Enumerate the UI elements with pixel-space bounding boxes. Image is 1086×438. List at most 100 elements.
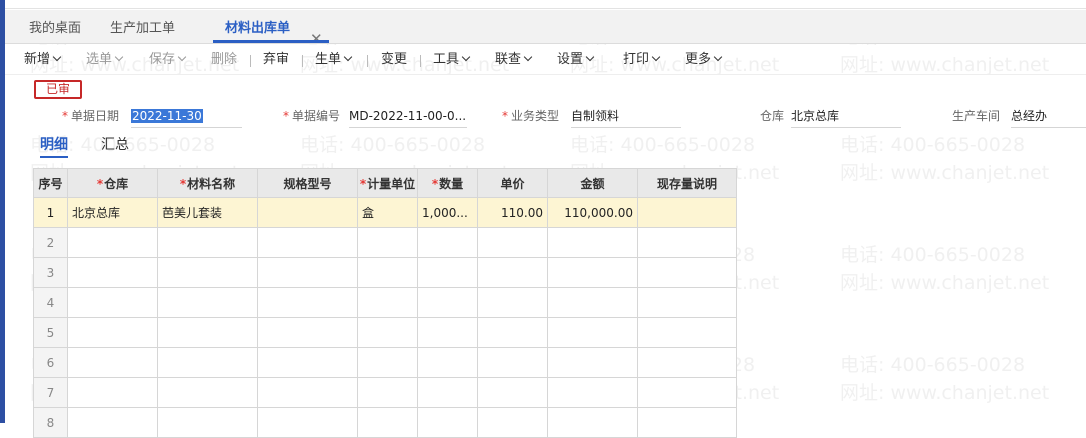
table-cell[interactable] xyxy=(67,287,158,318)
table-cell[interactable] xyxy=(257,287,358,318)
toolbar-divider xyxy=(302,55,303,67)
table-cell[interactable] xyxy=(157,347,258,378)
toolbar-new-button[interactable]: 新增 xyxy=(24,45,62,75)
table-cell[interactable] xyxy=(477,227,548,258)
subtab-summary[interactable]: 汇总 xyxy=(101,136,129,158)
table-cell[interactable] xyxy=(417,227,478,258)
table-row[interactable]: 1 北京总库 芭美儿套装 盒 1,000... 110.00 110,000.00 xyxy=(33,197,737,228)
warehouse-field[interactable]: 北京总库 xyxy=(791,106,901,128)
table-cell[interactable] xyxy=(157,227,258,258)
table-cell[interactable] xyxy=(257,197,358,228)
table-cell[interactable] xyxy=(417,377,478,408)
column-header[interactable]: *仓库 xyxy=(67,168,158,198)
table-cell[interactable] xyxy=(257,257,358,288)
table-cell[interactable] xyxy=(157,377,258,408)
table-cell[interactable] xyxy=(547,287,638,318)
toolbar-save-button[interactable]: 保存 xyxy=(149,45,187,75)
table-cell[interactable] xyxy=(257,377,358,408)
table-cell[interactable] xyxy=(637,197,737,228)
toolbar-settings-button[interactable]: 设置 xyxy=(557,45,595,75)
table-cell[interactable] xyxy=(637,287,737,318)
tab-production-order[interactable]: 生产加工单 xyxy=(110,10,175,44)
table-row[interactable]: 4 xyxy=(33,287,737,318)
subtab-detail[interactable]: 明细 xyxy=(40,136,68,158)
toolbar-generate-button[interactable]: 生单 xyxy=(315,45,353,75)
table-cell[interactable]: 1,000... xyxy=(417,197,478,228)
chevron-down-icon xyxy=(585,52,595,62)
table-cell[interactable] xyxy=(547,317,638,348)
table-cell[interactable] xyxy=(417,347,478,378)
code-field[interactable]: MD-2022-11-00-0... xyxy=(349,106,467,128)
table-cell[interactable] xyxy=(357,287,418,318)
table-cell[interactable] xyxy=(157,257,258,288)
toolbar-delete-button[interactable]: 删除 xyxy=(211,45,237,75)
status-badge: 已审 xyxy=(34,80,82,99)
table-cell[interactable] xyxy=(547,227,638,258)
table-cell[interactable] xyxy=(477,347,548,378)
biz-type-field[interactable]: 自制领料 xyxy=(571,106,681,128)
toolbar-query-button[interactable]: 联查 xyxy=(495,45,533,75)
table-cell[interactable]: 芭美儿套装 xyxy=(157,197,258,228)
table-cell[interactable] xyxy=(477,377,548,408)
table-cell[interactable] xyxy=(637,227,737,258)
table-cell[interactable] xyxy=(67,227,158,258)
table-row[interactable]: 6 xyxy=(33,347,737,378)
watermark-phone: 电话: 400-665-0028 xyxy=(840,134,1026,156)
table-cell[interactable] xyxy=(637,257,737,288)
table-cell[interactable] xyxy=(157,287,258,318)
toolbar-select-button[interactable]: 选单 xyxy=(86,45,124,75)
tab-material-issue[interactable]: 材料出库单 xyxy=(225,10,290,44)
toolbar-unaudit-button[interactable]: 弃审 xyxy=(263,45,289,75)
table-cell[interactable] xyxy=(477,287,548,318)
row-number-cell: 3 xyxy=(33,257,68,288)
toolbar-change-button[interactable]: 变更 xyxy=(381,45,407,75)
table-cell[interactable] xyxy=(257,347,358,378)
column-header[interactable]: *数量 xyxy=(417,168,478,198)
table-cell[interactable] xyxy=(417,317,478,348)
column-header[interactable]: 规格型号 xyxy=(257,168,358,198)
table-row[interactable]: 5 xyxy=(33,317,737,348)
table-cell[interactable] xyxy=(357,317,418,348)
column-header[interactable]: 金额 xyxy=(547,168,638,198)
table-cell[interactable] xyxy=(637,347,737,378)
chevron-down-icon xyxy=(343,52,353,62)
table-cell[interactable] xyxy=(547,257,638,288)
table-cell[interactable] xyxy=(547,377,638,408)
table-cell[interactable] xyxy=(67,257,158,288)
table-cell[interactable] xyxy=(547,347,638,378)
table-cell[interactable] xyxy=(417,257,478,288)
toolbar-print-button[interactable]: 打印 xyxy=(623,45,661,75)
column-header[interactable]: 序号 xyxy=(33,168,68,198)
table-cell[interactable] xyxy=(67,377,158,408)
table-row[interactable]: 3 xyxy=(33,257,737,288)
table-cell[interactable] xyxy=(357,347,418,378)
tab-my-desktop[interactable]: 我的桌面 xyxy=(29,10,81,44)
table-cell[interactable] xyxy=(67,347,158,378)
table-cell[interactable] xyxy=(637,377,737,408)
table-cell[interactable] xyxy=(357,227,418,258)
table-cell[interactable] xyxy=(357,377,418,408)
table-cell[interactable]: 110.00 xyxy=(477,197,548,228)
column-header[interactable]: *材料名称 xyxy=(157,168,258,198)
table-cell[interactable] xyxy=(157,317,258,348)
table-row[interactable]: 2 xyxy=(33,227,737,258)
table-cell[interactable]: 110,000.00 xyxy=(547,197,638,228)
column-header[interactable]: *计量单位 xyxy=(357,168,418,198)
toolbar-more-button[interactable]: 更多 xyxy=(685,45,723,75)
table-cell[interactable] xyxy=(357,257,418,288)
table-row[interactable]: 7 xyxy=(33,377,737,408)
date-field[interactable]: 2022-11-30 xyxy=(131,106,242,128)
column-header[interactable]: 现存量说明 xyxy=(637,168,737,198)
table-cell[interactable]: 北京总库 xyxy=(67,197,158,228)
table-cell[interactable] xyxy=(637,317,737,348)
table-cell[interactable] xyxy=(477,257,548,288)
workshop-field[interactable]: 总经办 xyxy=(1011,106,1086,128)
table-cell[interactable] xyxy=(257,227,358,258)
column-header[interactable]: 单价 xyxy=(477,168,548,198)
table-cell[interactable] xyxy=(477,317,548,348)
toolbar-tools-button[interactable]: 工具 xyxy=(433,45,471,75)
table-cell[interactable] xyxy=(257,317,358,348)
table-cell[interactable] xyxy=(67,317,158,348)
table-cell[interactable] xyxy=(417,287,478,318)
table-cell[interactable]: 盒 xyxy=(357,197,418,228)
